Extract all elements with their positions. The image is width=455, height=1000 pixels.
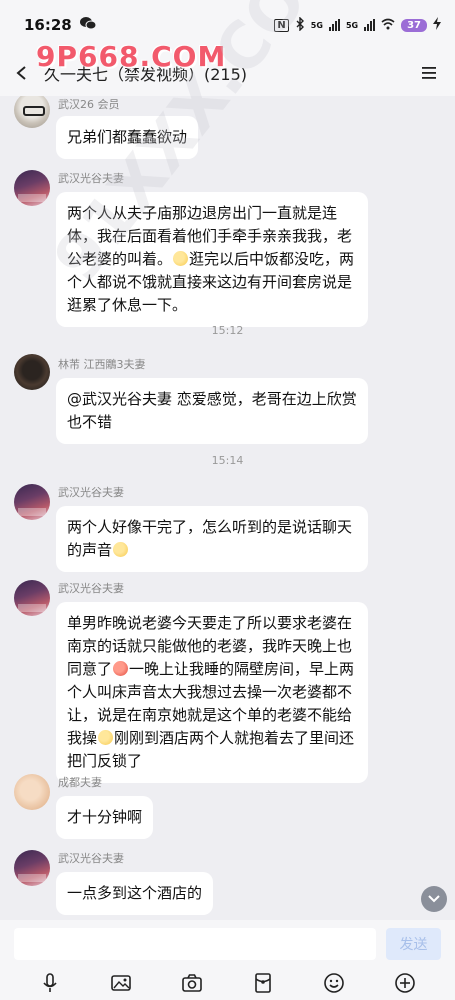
status-bar: 16:28 N 5G 5G 37 [0, 0, 455, 50]
time-divider: 15:14 [211, 454, 244, 467]
back-arrow-icon [16, 66, 26, 80]
input-bar: 发送 [0, 920, 455, 1000]
sender-name: 武汉光谷夫妻 [58, 486, 124, 499]
microphone-button[interactable] [37, 970, 63, 996]
message-bubble[interactable]: 兄弟们都蠢蠢欲动 [56, 116, 199, 159]
camera-button[interactable] [179, 970, 205, 996]
avatar-chengdu[interactable] [14, 774, 50, 810]
wechat-notification-icon [79, 16, 97, 34]
message-bubble[interactable]: 才十分钟啊 [56, 796, 154, 839]
chevron-down-icon [428, 895, 440, 903]
plus-icon [395, 973, 416, 993]
sender-name: 武汉26 会员 [58, 98, 120, 111]
camera-icon [182, 974, 202, 992]
message-bubble[interactable]: 两个人好像干完了，怎么听到的是说话聊天的声音 [56, 506, 368, 572]
message-bubble[interactable]: 一点多到这个酒店的 [56, 872, 214, 915]
sender-name: 成都夫妻 [58, 776, 102, 789]
emoji-button[interactable] [321, 970, 347, 996]
status-indicators: N 5G 5G 37 [274, 15, 441, 34]
microphone-icon [42, 973, 57, 992]
avatar-guanggu[interactable] [14, 170, 50, 206]
chat-title: 久一夫七（禁发视频）(215) [44, 65, 248, 84]
menu-button[interactable] [415, 59, 443, 87]
image-button[interactable] [108, 970, 134, 996]
sender-name: 林芾 江西鷴3夫妻 [58, 358, 146, 371]
sender-name: 武汉光谷夫妻 [58, 582, 124, 595]
back-button[interactable] [2, 53, 42, 93]
input-toolbar [0, 968, 455, 998]
avatar-guanggu[interactable] [14, 484, 50, 520]
plus-button[interactable] [392, 970, 418, 996]
bluetooth-icon [295, 15, 305, 34]
message-input[interactable] [14, 928, 376, 960]
time-divider: 15:12 [211, 324, 244, 337]
chat-header: 久一夫七（禁发视频）(215) [0, 50, 455, 96]
hamburger-icon [422, 67, 436, 79]
signal-icon [328, 19, 340, 31]
avatar-wuhan26[interactable] [14, 96, 50, 128]
message-text: 两个人好像干完了，怎么听到的是说话聊天的声音 [67, 518, 353, 559]
signal-icon-2 [364, 19, 376, 31]
image-icon [110, 975, 131, 991]
red-packet-button[interactable] [250, 970, 276, 996]
smirk-emoji-icon [113, 542, 129, 557]
send-button[interactable]: 发送 [386, 928, 441, 960]
network-label: 5G [310, 20, 323, 30]
wifi-icon [381, 18, 395, 33]
status-time: 16:28 [24, 16, 72, 34]
red-packet-icon [255, 973, 271, 993]
chat-message-list[interactable]: 武汉26 会员 兄弟们都蠢蠢欲动 武汉光谷夫妻 两个人从夫子庙那边退房出门一直就… [0, 96, 455, 920]
battery-level: 37 [401, 18, 427, 32]
smirk-emoji-icon [98, 730, 114, 745]
network-label-2: 5G [345, 20, 359, 30]
sender-name: 武汉光谷夫妻 [58, 852, 124, 865]
charging-icon [433, 17, 441, 33]
smirk-emoji-icon [173, 251, 189, 266]
nfc-icon: N [274, 18, 289, 32]
message-bubble[interactable]: 两个人从夫子庙那边退房出门一直就是连体，我在后面看着他们手牵手亲亲我我，老公老婆… [56, 192, 368, 327]
message-bubble[interactable]: @武汉光谷夫妻 恋爱感觉，老哥在边上欣赏也不错 [56, 378, 368, 444]
avatar-lindi[interactable] [14, 354, 50, 390]
avatar-guanggu[interactable] [14, 580, 50, 616]
avatar-guanggu[interactable] [14, 850, 50, 886]
angry-emoji-icon [113, 661, 129, 676]
sender-name: 武汉光谷夫妻 [58, 172, 124, 185]
message-bubble[interactable]: 单男昨晚说老婆今天要走了所以要求老婆在南京的话就只能做他的老婆，我昨天晚上也同意… [56, 602, 368, 783]
scroll-to-bottom-button[interactable] [421, 886, 447, 912]
emoji-icon [324, 973, 345, 993]
